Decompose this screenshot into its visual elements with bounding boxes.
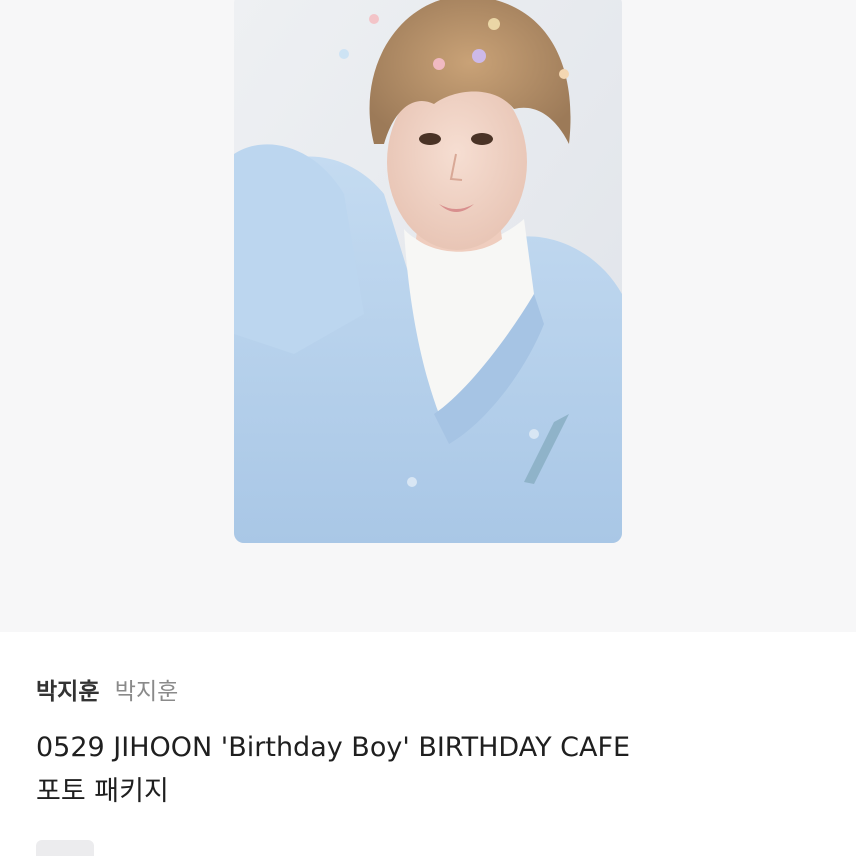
- artist-line: 박지훈 박지훈: [36, 676, 178, 708]
- tag-chip[interactable]: [36, 840, 94, 856]
- photocard-illustration: [234, 0, 622, 543]
- artist-tag[interactable]: 박지훈: [115, 679, 178, 705]
- product-title-line-2: 포토 패키지: [36, 776, 169, 807]
- product-detail-page: 박지훈 박지훈 0529 JIHOON 'Birthday Boy' BIRTH…: [0, 0, 856, 856]
- product-photo[interactable]: [234, 0, 622, 543]
- product-title: 0529 JIHOON 'Birthday Boy' BIRTHDAY CAFE…: [36, 726, 816, 814]
- product-info: 박지훈 박지훈 0529 JIHOON 'Birthday Boy' BIRTH…: [0, 632, 856, 856]
- product-title-line-1: 0529 JIHOON 'Birthday Boy' BIRTHDAY CAFE: [36, 732, 631, 763]
- product-image-area[interactable]: [0, 0, 856, 632]
- artist-name[interactable]: 박지훈: [36, 679, 99, 705]
